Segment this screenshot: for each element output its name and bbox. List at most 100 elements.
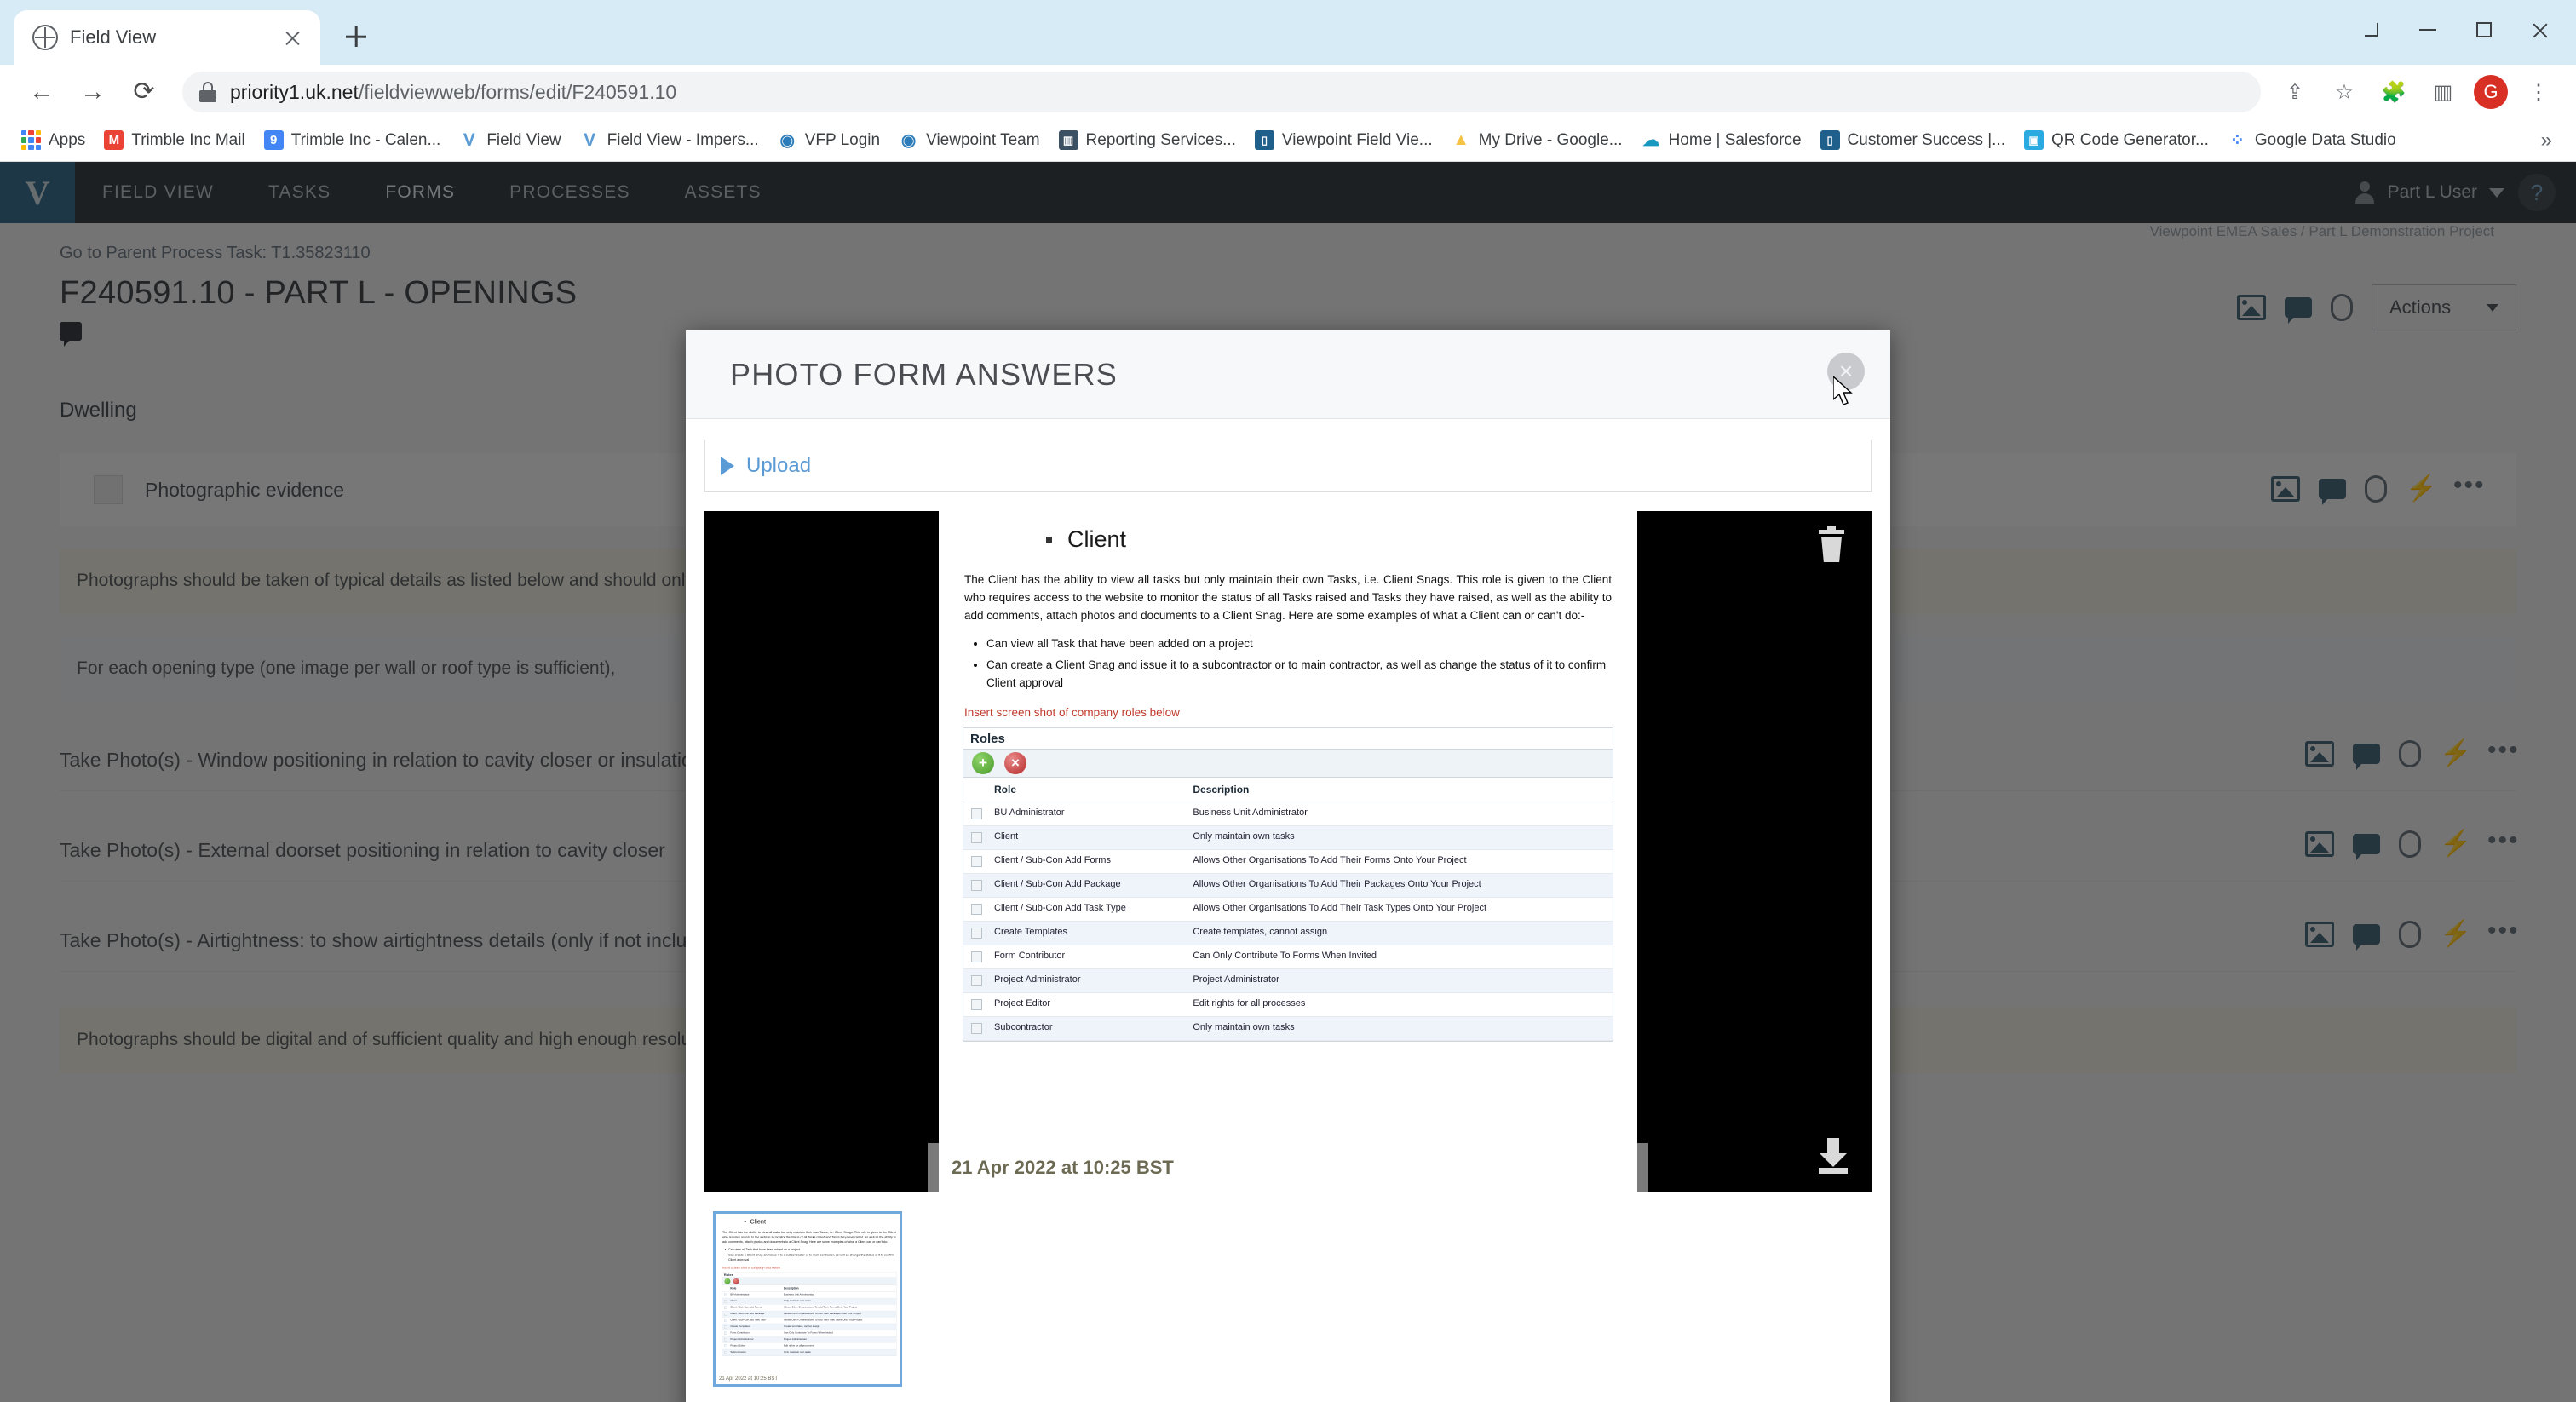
thumb-heading: Client [750,1217,766,1225]
extensions-icon[interactable]: 🧩 [2375,73,2412,111]
bookmark-viewpoint-field-view[interactable]: ▯ Viewpoint Field Vie... [1247,126,1440,154]
bookmark-vfp-login[interactable]: ◉ VFP Login [770,126,888,154]
row-checkbox-cell[interactable] [963,802,989,826]
row-checkbox-cell[interactable] [963,945,989,969]
bookmarks-overflow-icon[interactable]: » [2531,129,2562,152]
bookmark-field-view-impersonate[interactable]: V Field View - Impers... [572,126,767,154]
browser-menu-icon[interactable]: ⋮ [2520,73,2557,111]
forward-icon[interactable]: → [70,69,116,115]
add-role-icon[interactable]: + [972,751,994,774]
checkbox-icon[interactable] [970,927,982,939]
viewer-right-pane [1637,511,1872,1192]
thumbnail-item[interactable]: Client The Client has the ability to vie… [713,1211,902,1387]
row-checkbox-cell[interactable] [963,873,989,898]
roles-table-row: Client / Sub-Con Add Forms Allows Other O… [963,849,1613,874]
bookmark-field-view[interactable]: V Field View [451,126,568,154]
thumb-role: Create Templates [728,1323,783,1330]
row-checkbox-cell[interactable] [963,849,989,874]
apps-grid-icon [21,130,41,150]
bookmark-my-drive[interactable]: ▲ My Drive - Google... [1444,126,1630,154]
minimize-icon[interactable] [2404,10,2452,49]
row-checkbox-cell[interactable] [963,921,989,945]
bookmark-star-icon[interactable]: ☆ [2326,73,2363,111]
bookmark-google-data-studio[interactable]: ⁘ Google Data Studio [2220,126,2404,154]
role-name: Client / Sub-Con Add Package [989,873,1188,898]
thumb-role: Form Contributor [728,1330,783,1337]
role-description: Create templates, cannot assign [1187,921,1613,945]
new-tab-button[interactable] [332,13,380,60]
checkbox-icon[interactable] [970,951,982,962]
download-icon[interactable] [1817,1138,1849,1174]
checkbox-icon[interactable] [970,998,982,1010]
thumb-desc: Only maintain own tasks [782,1297,896,1305]
thumb-red-note: Insert screen shot of company roles belo… [722,1266,780,1270]
bookmark-apps[interactable]: Apps [14,126,93,154]
address-bar[interactable]: priority1.uk.net/fieldviewweb/forms/edit… [182,72,2261,112]
browser-tab[interactable]: Field View [14,10,320,65]
bookmark-reporting-services[interactable]: ▥ Reporting Services... [1051,126,1244,154]
bookmark-viewpoint-team[interactable]: ◉ Viewpoint Team [891,126,1047,154]
maximize-icon[interactable] [2460,10,2508,49]
back-icon[interactable]: ← [19,69,65,115]
delete-icon[interactable] [1817,526,1846,562]
delete-role-icon[interactable]: × [1004,751,1026,774]
thumbnail-timestamp: 21 Apr 2022 at 10:25 BST [716,1374,900,1384]
roles-panel: Roles + × Role Description BU Administra… [963,727,1613,1042]
url-text: priority1.uk.net/fieldviewweb/forms/edit… [230,80,677,103]
role-description: Allows Other Organisations To Add Their … [1187,897,1613,922]
role-name: Subcontractor [989,1016,1188,1041]
browser-chrome: Field View ← → ⟳ priority1.uk.net/fieldv… [0,0,2576,162]
checkbox-icon[interactable] [970,831,982,843]
row-checkbox-cell[interactable] [963,968,989,993]
bookmark-trimble-mail[interactable]: M Trimble Inc Mail [96,126,252,154]
share-icon[interactable]: ⇪ [2276,73,2314,111]
bookmark-qr-code-generator[interactable]: ▣ QR Code Generator... [2016,126,2217,154]
viewpoint-globe-icon: ◉ [900,131,917,150]
roles-table-row: Form Contributor Can Only Contribute To F… [963,945,1613,969]
document-bullet-item: Can view all Task that have been added o… [986,635,1612,653]
role-name: Project Editor [989,992,1188,1017]
chevron-down-icon[interactable] [2348,10,2395,49]
photo-image[interactable]: Client The Client has the ability to vie… [939,511,1637,1192]
modal-close-icon[interactable]: × [1827,353,1865,390]
thumb-desc: Can Only Contribute To Forms When Invite… [782,1330,896,1337]
close-icon[interactable] [279,25,305,50]
upload-label: Upload [746,454,812,477]
bookmark-trimble-calendar[interactable]: 9 Trimble Inc - Calen... [256,126,449,154]
checkbox-icon[interactable] [970,974,982,986]
profile-avatar[interactable]: G [2474,75,2508,109]
bookmark-label: Viewpoint Field Vie... [1281,130,1433,149]
bookmark-customer-success[interactable]: ▯ Customer Success |... [1813,126,2014,154]
bookmark-label: My Drive - Google... [1478,130,1623,149]
roles-table-row: Client / Sub-Con Add Task Type Allows Oth… [963,897,1613,922]
upload-button[interactable]: Upload [704,440,1872,492]
checkbox-icon[interactable] [970,1022,982,1034]
globe-icon [32,25,58,50]
row-checkbox-cell[interactable] [963,897,989,922]
bookmark-salesforce[interactable]: ☁ Home | Salesforce [1634,126,1809,154]
viewpoint-square-icon: ▯ [1254,130,1274,150]
burned-timestamp: 21 Apr 2022 at 10:25 BST [952,1157,1174,1178]
salesforce-cloud-icon: ☁ [1642,131,1660,150]
window-close-icon[interactable] [2516,10,2564,49]
checkbox-icon[interactable] [970,903,982,915]
checkbox-icon[interactable] [970,807,982,819]
photo-timestamp: 9/5/2022 @ 12:48 PM [1212,1157,1396,1178]
thumb-role: Subcontractor [728,1348,783,1356]
checkbox-icon[interactable] [970,855,982,867]
row-checkbox-cell[interactable] [963,825,989,850]
reload-icon[interactable]: ⟳ [121,69,167,115]
bookmark-label: Viewpoint Team [926,130,1040,149]
report-chart-icon: ▥ [1058,130,1078,150]
data-studio-icon: ⁘ [2229,131,2245,150]
row-checkbox-cell[interactable] [963,1016,989,1041]
role-description: Can Only Contribute To Forms When Invite… [1187,945,1613,969]
side-panel-icon[interactable]: ▥ [2424,73,2462,111]
bookmark-label: QR Code Generator... [2051,130,2209,149]
viewpoint-globe-icon: ◉ [779,131,795,150]
checkbox-icon[interactable] [970,879,982,891]
row-checkbox-cell[interactable] [963,992,989,1017]
document-content: Client The Client has the ability to vie… [939,511,1637,719]
thumbnail-strip: Client The Client has the ability to vie… [704,1211,1872,1387]
fieldview-v-icon: V [584,129,596,150]
